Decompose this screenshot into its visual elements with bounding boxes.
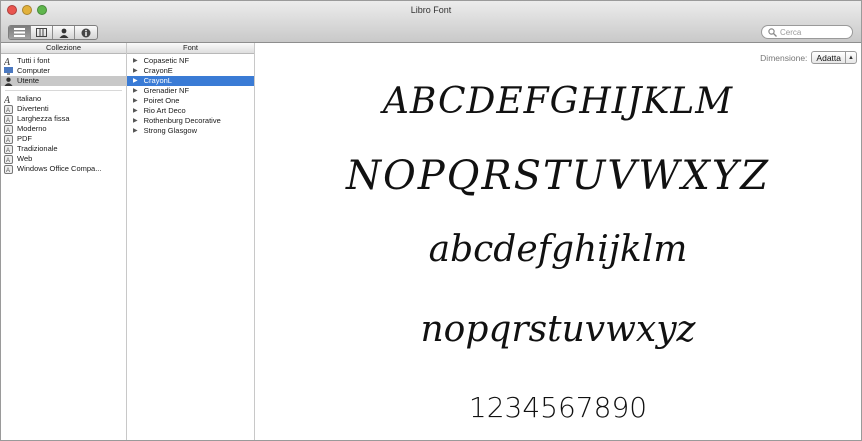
font-item[interactable]: ▶ Rothenburg Decorative xyxy=(127,116,254,126)
collection-item-divertenti[interactable]: A Divertenti xyxy=(1,104,126,114)
computer-icon xyxy=(4,67,13,75)
user-view-button[interactable] xyxy=(53,26,75,39)
smart-collection-icon: A xyxy=(4,104,13,114)
collection-item-pdf[interactable]: A PDF xyxy=(1,134,126,144)
preview-lowercase-line-2: nopqrstuvwxyz xyxy=(420,309,696,350)
search-icon xyxy=(768,27,777,37)
smart-collection-icon: A xyxy=(4,164,13,174)
size-control: Dimensione: Adatta ▲ xyxy=(760,51,857,64)
collections-header[interactable]: Collezione xyxy=(1,43,126,54)
window-title: Libro Font xyxy=(410,5,452,15)
disclosure-triangle-icon[interactable]: ▶ xyxy=(133,66,138,76)
smart-collection-icon: A xyxy=(4,134,13,144)
columns-view-icon xyxy=(36,28,47,37)
collection-item-tradizionale[interactable]: A Tradizionale xyxy=(1,144,126,154)
disclosure-triangle-icon[interactable]: ▶ xyxy=(133,86,138,96)
svg-text:A: A xyxy=(6,128,10,134)
search-field[interactable]: Cerca xyxy=(761,25,853,39)
smart-collection-icon: A xyxy=(4,144,13,154)
collection-item-windows-office[interactable]: A Windows Office Compa... xyxy=(1,164,126,174)
view-segmented-control xyxy=(8,25,98,40)
list-view-icon xyxy=(14,28,25,37)
svg-text:A: A xyxy=(6,158,10,164)
font-collection-icon: A xyxy=(4,95,13,104)
preview-digits-line: 1234567890 xyxy=(468,391,648,424)
user-icon xyxy=(59,28,68,38)
disclosure-triangle-icon[interactable]: ▶ xyxy=(133,116,138,126)
size-label: Dimensione: xyxy=(760,52,808,63)
collection-label: Tradizionale xyxy=(17,144,58,153)
svg-text:A: A xyxy=(6,138,10,144)
font-label: Copasetic NF xyxy=(143,56,190,65)
fonts-header[interactable]: Font xyxy=(127,43,254,54)
font-item[interactable]: ▶ Rio Art Deco xyxy=(127,106,254,116)
collection-label: Utente xyxy=(17,76,40,85)
font-item[interactable]: ▶ Grenadier NF xyxy=(127,86,254,96)
smart-collection-icon: A xyxy=(4,124,13,134)
collections-column: Collezione A Tutti i font Computer Utent… xyxy=(1,43,127,440)
font-item[interactable]: ▶ CrayonE xyxy=(127,66,254,76)
collection-item-tutti-i-font[interactable]: A Tutti i font xyxy=(1,56,126,66)
font-item[interactable]: ▶ Strong Glasgow xyxy=(127,126,254,136)
disclosure-triangle-icon[interactable]: ▶ xyxy=(133,106,138,116)
font-label: Poiret One xyxy=(143,96,180,105)
collection-item-utente[interactable]: Utente xyxy=(1,76,126,86)
collections-divider xyxy=(5,90,122,91)
search-placeholder: Cerca xyxy=(780,27,802,37)
font-collection-icon: A xyxy=(4,57,13,66)
collection-label: Windows Office Compa... xyxy=(17,164,102,173)
svg-text:A: A xyxy=(6,148,10,154)
disclosure-triangle-icon[interactable]: ▶ xyxy=(133,96,138,106)
font-label: Grenadier NF xyxy=(143,86,190,95)
font-label: CrayonL xyxy=(143,76,172,85)
list-view-button[interactable] xyxy=(9,26,31,39)
smart-collection-icon: A xyxy=(4,114,13,124)
svg-text:A: A xyxy=(6,108,10,114)
svg-text:A: A xyxy=(4,96,11,104)
collection-item-moderno[interactable]: A Moderno xyxy=(1,124,126,134)
collection-label: Moderno xyxy=(17,124,47,133)
info-icon xyxy=(81,28,91,37)
user-icon xyxy=(4,77,13,86)
collection-item-larghezza-fissa[interactable]: A Larghezza fissa xyxy=(1,114,126,124)
size-select[interactable]: Adatta ▲ xyxy=(811,51,857,64)
svg-text:A: A xyxy=(4,58,11,66)
svg-text:A: A xyxy=(6,168,10,174)
smart-collection-icon: A xyxy=(4,154,13,164)
preview-uppercase-line-1: ABCDEFGHIJKLM xyxy=(382,81,734,122)
collection-label: PDF xyxy=(17,134,32,143)
size-value: Adatta xyxy=(816,52,841,63)
collection-label: Web xyxy=(17,154,33,163)
font-item[interactable]: ▶ Poiret One xyxy=(127,96,254,106)
collection-item-computer[interactable]: Computer xyxy=(1,66,126,76)
svg-text:A: A xyxy=(6,118,10,124)
preview-uppercase-line-2: NOPQRSTUVWXYZ xyxy=(345,153,771,199)
font-preview-pane[interactable]: Dimensione: Adatta ▲ ABCDEFGHIJKLM NOPQR… xyxy=(255,43,861,440)
preview-lowercase-line-1: abcdefghijklm xyxy=(428,229,688,270)
font-label: Rio Art Deco xyxy=(143,106,186,115)
stepper-arrows-icon[interactable]: ▲ xyxy=(845,52,856,63)
font-item[interactable]: ▶ Copasetic NF xyxy=(127,56,254,66)
columns-view-button[interactable] xyxy=(31,26,53,39)
fonts-column: Font ▶ Copasetic NF ▶ CrayonE ▶ CrayonL ▶ Gr… xyxy=(127,43,255,440)
font-label: Strong Glasgow xyxy=(143,126,197,135)
font-label: CrayonE xyxy=(143,66,173,75)
collection-label: Computer xyxy=(17,66,50,75)
collection-item-italiano[interactable]: A Italiano xyxy=(1,94,126,104)
disclosure-triangle-icon[interactable]: ▶ xyxy=(133,76,138,86)
font-label: Rothenburg Decorative xyxy=(143,116,221,125)
disclosure-triangle-icon[interactable]: ▶ xyxy=(133,126,138,136)
disclosure-triangle-icon[interactable]: ▶ xyxy=(133,56,138,66)
collection-label: Tutti i font xyxy=(17,56,50,65)
collection-label: Larghezza fissa xyxy=(17,114,70,123)
font-book-window: Libro Font Cerca Collezione A Tutti i fo… xyxy=(0,0,862,441)
collection-item-web[interactable]: A Web xyxy=(1,154,126,164)
collection-label: Italiano xyxy=(17,94,42,103)
font-item-selected[interactable]: ▶ CrayonL xyxy=(127,76,254,86)
info-button[interactable] xyxy=(75,26,97,39)
title-bar: Libro Font Cerca xyxy=(1,1,861,43)
collection-label: Divertenti xyxy=(17,104,49,113)
